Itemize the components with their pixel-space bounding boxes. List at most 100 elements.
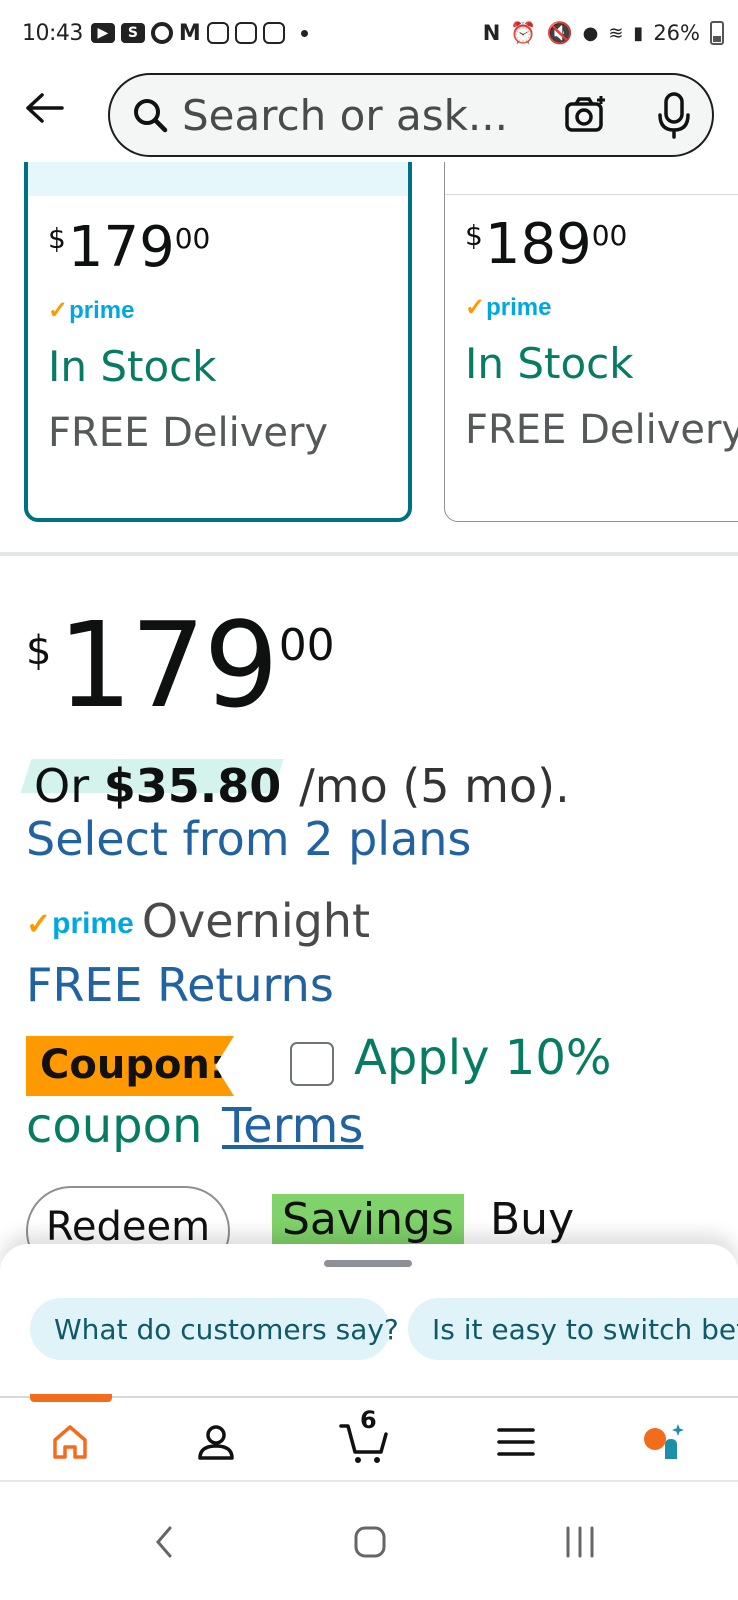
search-header xyxy=(0,66,738,162)
coupon-row: Coupon: Apply 10% coupon Terms xyxy=(26,1030,726,1160)
prime-label: prime xyxy=(69,296,135,324)
stock-status: In Stock xyxy=(465,339,634,388)
camera-search-button[interactable] xyxy=(564,93,608,137)
variant-card-header xyxy=(28,162,408,196)
status-time: 10:43 xyxy=(22,20,83,46)
coupon-terms-link[interactable]: Terms xyxy=(222,1098,363,1154)
location-icon: ● xyxy=(582,22,599,44)
active-tab-indicator xyxy=(30,1394,112,1402)
system-back-button[interactable] xyxy=(134,1512,194,1572)
buy-text: Buy xyxy=(490,1194,575,1245)
cart-count-badge: 6 xyxy=(360,1406,377,1434)
nfc-icon: N xyxy=(482,21,501,45)
prime-badge: ✓ prime xyxy=(26,907,134,942)
system-nav-bar xyxy=(0,1480,738,1600)
prime-check-icon: ✓ xyxy=(465,294,486,321)
coupon-badge-label: Coupon: xyxy=(40,1042,226,1088)
system-home-button[interactable] xyxy=(340,1512,400,1572)
account-icon xyxy=(198,1425,234,1460)
price-fraction: 00 xyxy=(591,219,628,252)
free-returns-link[interactable]: FREE Returns xyxy=(26,958,334,1012)
prime-label: prime xyxy=(486,293,552,321)
prime-check-icon: ✓ xyxy=(48,297,69,324)
alarm-icon: ⏰ xyxy=(510,20,537,45)
installment-amount: $35.80 xyxy=(103,759,282,813)
price-whole: 179 xyxy=(57,596,278,734)
price-fraction: 00 xyxy=(174,222,211,255)
system-home-icon xyxy=(354,1526,386,1558)
system-back-icon xyxy=(156,1526,172,1558)
price-currency: $ xyxy=(48,222,66,255)
price-currency: $ xyxy=(26,628,52,674)
assistant-bottom-sheet: What do customers say? Is it easy to swi… xyxy=(0,1244,738,1398)
home-icon xyxy=(53,1425,87,1459)
bottom-nav: 6 xyxy=(0,1394,738,1480)
sheet-drag-handle[interactable] xyxy=(324,1260,412,1267)
notification-icons: ▶ S M xyxy=(90,20,308,46)
installment-or: Or xyxy=(34,759,90,813)
instagram-icon xyxy=(206,22,229,44)
signal-icon: ▮ xyxy=(633,22,644,44)
record-icon xyxy=(150,22,173,44)
variant-card[interactable]: $ 189 00 ✓ prime In Stock FREE Delivery xyxy=(444,162,738,522)
coupon-text-continued: coupon xyxy=(26,1098,203,1154)
wifi-icon: ≋ xyxy=(608,22,624,44)
delivery-speed: Overnight xyxy=(141,894,371,948)
nav-rufus[interactable] xyxy=(636,1414,692,1470)
select-plans-link[interactable]: Select from 2 plans xyxy=(26,812,471,866)
prime-label: prime xyxy=(52,907,134,940)
search-bar[interactable] xyxy=(108,73,714,157)
mute-icon: 🔇 xyxy=(546,20,573,45)
installment-offer: Or $35.80 /mo (5 mo). xyxy=(26,756,570,816)
back-button[interactable] xyxy=(22,86,66,130)
main-price: $ 179 00 xyxy=(26,596,335,734)
coupon-badge: Coupon: xyxy=(26,1036,234,1096)
price-fraction: 00 xyxy=(278,620,335,671)
search-icon xyxy=(134,99,168,133)
s-app-icon: S xyxy=(120,23,145,43)
prime-delivery-row: ✓ prime Overnight xyxy=(26,894,370,948)
variant-carousel: $ 179 00 ✓ prime In Stock FREE Delivery … xyxy=(0,162,738,532)
microphone-icon xyxy=(658,92,690,139)
price-currency: $ xyxy=(465,219,483,252)
suggestion-chip[interactable]: What do customers say? xyxy=(30,1298,399,1360)
menu-icon xyxy=(497,1428,535,1456)
nav-menu[interactable] xyxy=(488,1414,544,1470)
more-notifications-dot-icon xyxy=(300,29,308,37)
system-recents-icon xyxy=(566,1526,594,1558)
prime-check-icon: ✓ xyxy=(26,907,52,941)
stock-status: In Stock xyxy=(48,342,217,391)
variant-card-selected[interactable]: $ 179 00 ✓ prime In Stock FREE Delivery xyxy=(24,162,412,522)
nav-account[interactable] xyxy=(188,1414,244,1470)
system-icons: N ⏰ 🔇 ● ≋ ▮ 26% xyxy=(483,0,724,66)
battery-percent: 26% xyxy=(653,21,700,45)
rufus-icon xyxy=(644,1424,684,1459)
installment-highlight: Or $35.80 xyxy=(26,759,291,813)
coupon-checkbox[interactable] xyxy=(290,1042,334,1086)
coupon-apply-text[interactable]: Apply 10% xyxy=(354,1030,611,1086)
nav-home[interactable] xyxy=(42,1414,98,1470)
instagram-icon-3 xyxy=(262,22,285,44)
system-recents-button[interactable] xyxy=(550,1512,610,1572)
youtube-icon: ▶ xyxy=(90,23,115,43)
installment-term: /mo (5 mo). xyxy=(299,759,570,813)
battery-icon xyxy=(710,21,724,45)
suggestion-chip[interactable]: Is it easy to switch betw xyxy=(408,1298,738,1360)
voice-search-button[interactable] xyxy=(654,91,694,139)
section-divider xyxy=(0,552,738,556)
variant-card-header xyxy=(445,162,738,195)
gmail-icon: M xyxy=(178,20,201,46)
back-arrow-icon xyxy=(26,93,64,123)
camera-icon xyxy=(565,96,605,132)
prime-badge: ✓ prime xyxy=(48,296,134,325)
prime-badge: ✓ prime xyxy=(465,293,551,322)
status-bar: 10:43 ▶ S M N ⏰ 🔇 ● ≋ ▮ 26% xyxy=(0,0,738,66)
variant-price: $ 189 00 xyxy=(465,213,627,277)
variant-price: $ 179 00 xyxy=(48,216,210,280)
price-whole: 189 xyxy=(484,212,592,277)
delivery-text: FREE Delivery xyxy=(465,407,738,453)
instagram-icon-2 xyxy=(234,22,257,44)
price-whole: 179 xyxy=(67,215,175,280)
delivery-text: FREE Delivery xyxy=(48,410,329,456)
search-input[interactable] xyxy=(182,90,532,140)
